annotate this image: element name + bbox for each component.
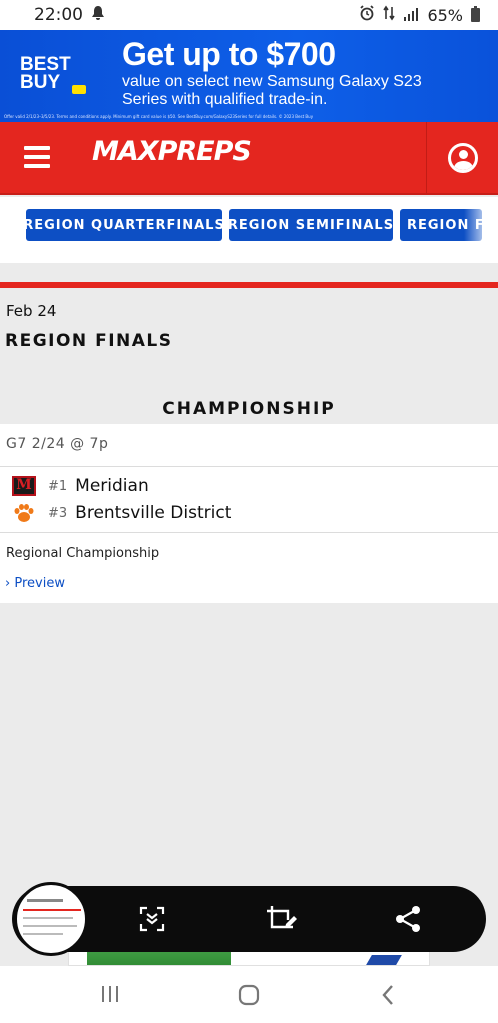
team-seed: #3 [48, 505, 68, 521]
home-icon[interactable] [238, 984, 260, 1006]
team-name[interactable]: Brentsville District [75, 503, 231, 523]
back-icon[interactable] [380, 984, 396, 1006]
bracket-title: CHAMPIONSHIP [162, 399, 336, 419]
recent-apps-icon[interactable] [100, 984, 120, 1006]
round-title: REGION FINALS [5, 331, 173, 351]
preview-label: Preview [14, 576, 65, 591]
ad-banner[interactable]: BEST BUY Get up to $700 value on select … [0, 30, 498, 122]
status-bar: 22:00 65% [0, 0, 498, 30]
scroll-capture-icon[interactable] [136, 903, 168, 935]
price-tag-icon [72, 85, 86, 94]
tab-region-semifinals[interactable]: REGION SEMIFINALS [229, 209, 393, 241]
game-meta: G7 2/24 @ 7p [6, 436, 109, 452]
card-divider [0, 466, 498, 467]
team-row[interactable]: #3 Brentsville District [12, 501, 231, 525]
battery-icon [471, 6, 480, 22]
preview-link[interactable]: › Preview [5, 576, 65, 591]
crop-edit-icon[interactable] [264, 903, 297, 935]
card-divider [0, 532, 498, 533]
section-divider [0, 282, 498, 288]
team-name[interactable]: Meridian [75, 476, 149, 496]
signal-icon [403, 6, 419, 25]
paw-logo-icon [12, 503, 36, 523]
screenshot-thumbnail[interactable] [14, 882, 88, 956]
share-icon[interactable] [392, 903, 424, 935]
team-row[interactable]: #1 Meridian [12, 474, 149, 498]
game-note: Regional Championship [6, 546, 160, 561]
team-seed: #1 [48, 478, 68, 494]
status-time: 22:00 [34, 5, 83, 25]
data-transfer-icon [383, 5, 396, 25]
meridian-logo-icon [12, 476, 36, 496]
screenshot-toolbar [12, 882, 486, 956]
ad-brand-logo: BEST BUY [20, 54, 90, 106]
game-card[interactable]: G7 2/24 @ 7p #1 Meridian #3 Brentsville … [0, 424, 498, 603]
scroll-fade [464, 197, 498, 263]
notification-icon [91, 5, 105, 25]
ad-fine-print: Offer valid 2/1/23–3/5/23. Terms and con… [4, 114, 314, 119]
maxpreps-logo[interactable]: MAXPREPS [92, 136, 252, 167]
battery-percent: 65% [427, 5, 463, 25]
ad-subtext: value on select new Samsung Galaxy S23 S… [122, 73, 422, 108]
header-divider [426, 122, 427, 193]
tab-region-quarterfinals[interactable]: REGION QUARTERFINALS [26, 209, 222, 241]
site-header: MAXPREPS [0, 122, 498, 195]
menu-icon[interactable] [24, 146, 50, 168]
alarm-icon [359, 5, 375, 25]
round-tabs: REGION QUARTERFINALS REGION SEMIFINALS R… [0, 197, 498, 263]
round-date: Feb 24 [6, 302, 57, 320]
ad-brand-text: BEST BUY [20, 54, 71, 93]
system-nav-bar [0, 966, 498, 1023]
ad-graphic [366, 955, 402, 965]
ad-headline: Get up to $700 [122, 36, 336, 72]
account-icon[interactable] [448, 143, 478, 173]
chevron-right-icon: › [5, 576, 11, 591]
